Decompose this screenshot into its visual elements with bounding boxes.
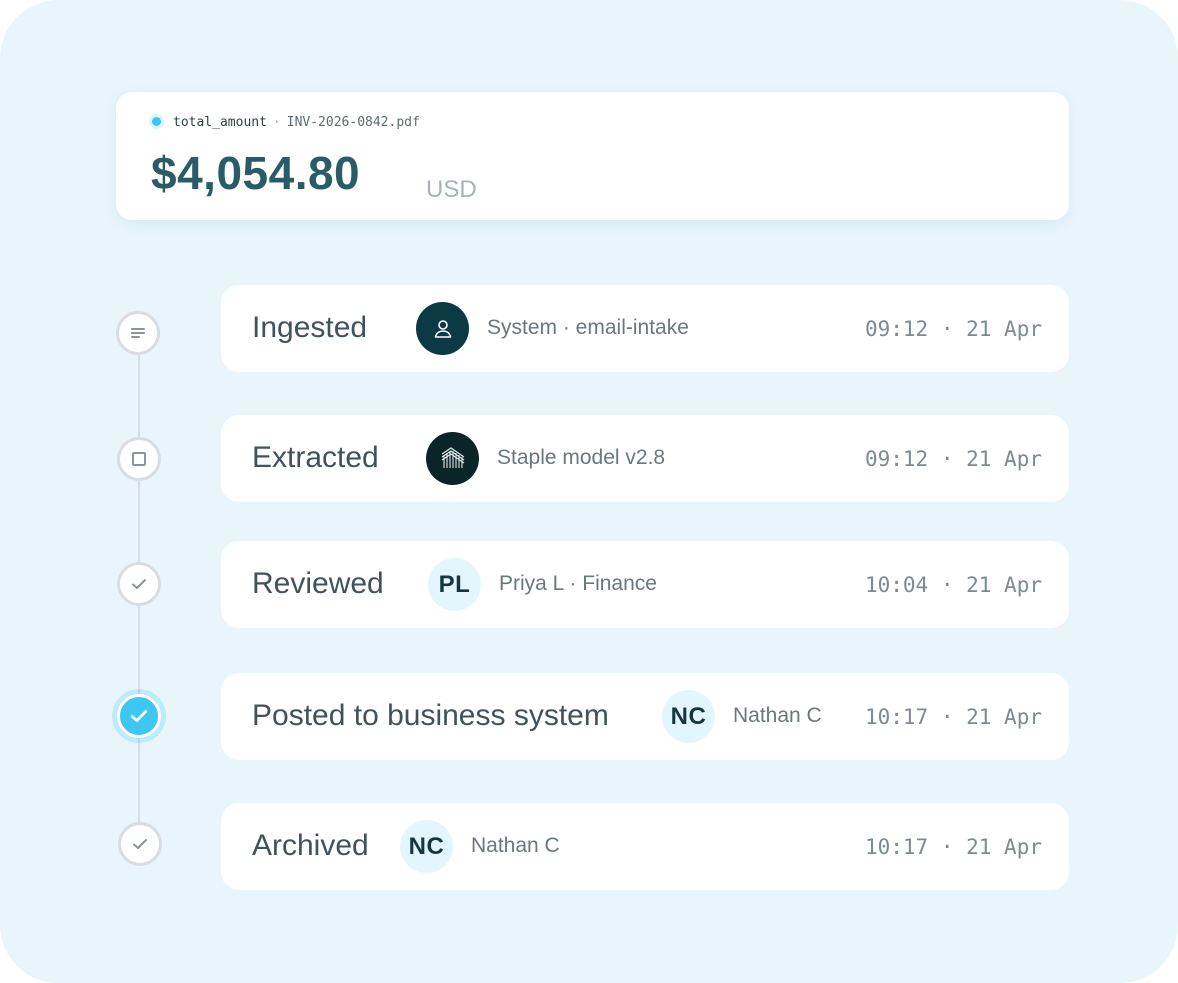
timeline-node-extracted bbox=[117, 437, 161, 481]
field-meta: total_amount · INV-2026-0842.pdf bbox=[152, 115, 420, 130]
actor-avatar: NC bbox=[662, 690, 715, 743]
step-timestamp: 09:12 · 21 Apr bbox=[864, 317, 1042, 341]
field-currency: USD bbox=[426, 176, 477, 203]
field-name: total_amount bbox=[173, 115, 267, 130]
timeline-node-reviewed bbox=[117, 562, 161, 606]
activity-panel: total_amount · INV-2026-0842.pdf $4,054.… bbox=[0, 0, 1178, 983]
step-timestamp: 10:17 · 21 Apr bbox=[864, 705, 1042, 729]
actor-avatar: NC bbox=[400, 820, 453, 873]
actor-name: Nathan C bbox=[471, 834, 560, 857]
timeline-row-archived[interactable]: Archived NC Nathan C 10:17 · 21 Apr bbox=[221, 803, 1069, 890]
timeline-node-posted bbox=[117, 694, 161, 738]
source-file-name: INV-2026-0842.pdf bbox=[286, 115, 420, 130]
step-status: Posted to business system bbox=[252, 699, 609, 732]
step-timestamp: 10:04 · 21 Apr bbox=[864, 573, 1042, 597]
timeline-row-extracted[interactable]: Extracted Staple model v2.8 09:12 · 21 A… bbox=[221, 415, 1069, 502]
actor-name: Nathan C bbox=[733, 704, 822, 727]
actor-avatar: PL bbox=[428, 558, 481, 611]
staple-logo-icon bbox=[441, 446, 464, 468]
timeline-node-ingested bbox=[116, 311, 160, 355]
extracted-field-card[interactable]: total_amount · INV-2026-0842.pdf $4,054.… bbox=[116, 92, 1069, 220]
step-status: Reviewed bbox=[252, 567, 384, 600]
meta-separator: · bbox=[272, 115, 281, 130]
check-icon bbox=[130, 710, 148, 722]
step-status: Extracted bbox=[252, 441, 379, 474]
field-amount-value: $4,054.80 bbox=[151, 147, 361, 199]
check-icon bbox=[132, 579, 146, 589]
list-icon bbox=[131, 328, 145, 338]
actor-name: Staple model v2.8 bbox=[497, 446, 666, 469]
step-status: Ingested bbox=[252, 311, 368, 344]
timeline-row-reviewed[interactable]: Reviewed PL Priya L · Finance 10:04 · 21… bbox=[221, 541, 1069, 628]
timeline-node-archived bbox=[118, 822, 162, 866]
step-timestamp: 10:17 · 21 Apr bbox=[864, 835, 1042, 859]
actor-avatar bbox=[416, 302, 469, 355]
timeline-row-posted[interactable]: Posted to business system NC Nathan C 10… bbox=[221, 673, 1069, 760]
actor-name: Priya L · Finance bbox=[499, 572, 657, 595]
actor-name: System · email-intake bbox=[487, 316, 689, 339]
step-status: Archived bbox=[252, 829, 369, 862]
field-status-dot bbox=[152, 117, 161, 126]
timeline-row-ingested[interactable]: Ingested System · email-intake 09:12 · 2… bbox=[221, 285, 1069, 372]
actor-avatar bbox=[426, 432, 479, 485]
user-icon bbox=[434, 319, 451, 338]
step-timestamp: 09:12 · 21 Apr bbox=[864, 447, 1042, 471]
check-icon bbox=[133, 839, 147, 849]
square-icon bbox=[132, 452, 146, 466]
